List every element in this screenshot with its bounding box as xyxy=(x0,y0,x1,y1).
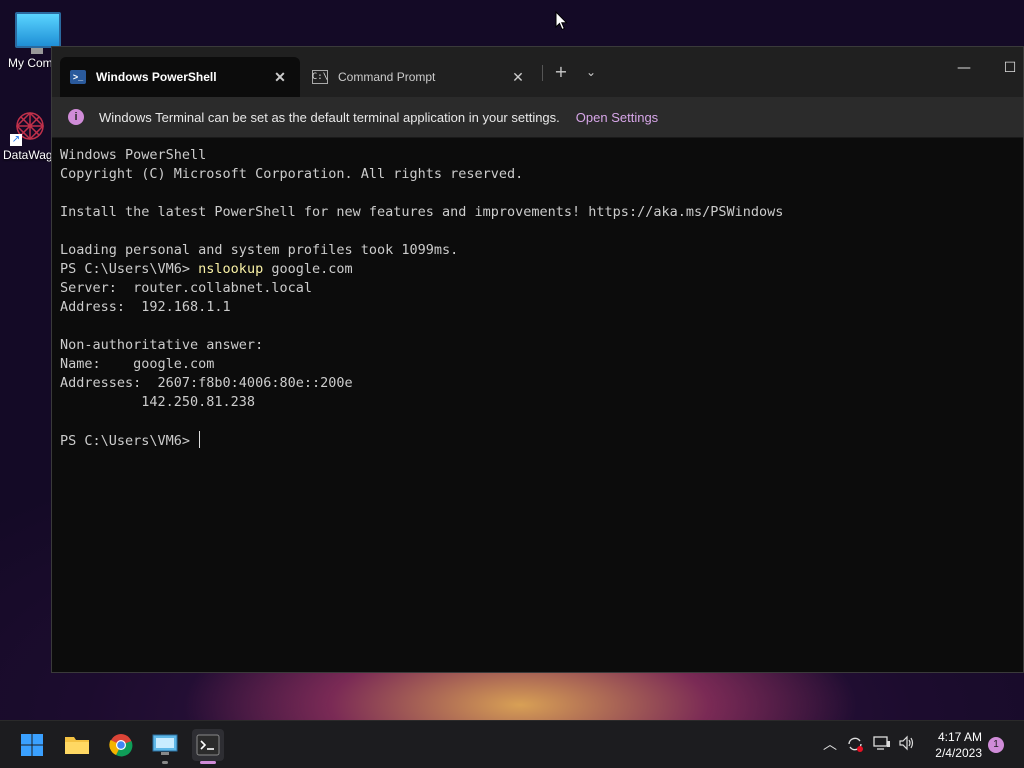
monitor-icon xyxy=(15,12,61,54)
info-message: Windows Terminal can be set as the defau… xyxy=(99,109,560,125)
terminal-line: PS C:\Users\VM6> nslookup google.com xyxy=(60,260,1023,279)
terminal-icon xyxy=(196,734,220,756)
text-cursor xyxy=(199,431,201,448)
tab-command-prompt[interactable]: C:\ Command Prompt ✕ xyxy=(302,57,538,97)
tab-windows-powershell[interactable]: >_ Windows PowerShell ✕ xyxy=(60,57,300,97)
title-bar: >_ Windows PowerShell ✕ C:\ Command Prom… xyxy=(52,47,1023,97)
terminal-window: >_ Windows PowerShell ✕ C:\ Command Prom… xyxy=(51,46,1024,673)
terminal-line: Name: google.com xyxy=(60,355,1023,374)
terminal-line: Install the latest PowerShell for new fe… xyxy=(60,203,1023,222)
terminal-button[interactable] xyxy=(192,729,224,764)
notification-badge[interactable]: 1 xyxy=(988,737,1004,753)
system-clock[interactable]: 4:17 AM 2/4/2023 xyxy=(935,729,982,761)
output-text: Server: router.collabnet.local xyxy=(60,280,312,296)
file-explorer-button[interactable] xyxy=(61,729,93,761)
output-text: Loading personal and system profiles too… xyxy=(60,242,459,258)
network-display-icon xyxy=(873,736,890,750)
tab-dropdown-icon[interactable]: ⌄ xyxy=(578,61,604,83)
speaker-icon xyxy=(899,735,914,751)
output-text: Addresses: 2607:f8b0:4006:80e::200e xyxy=(60,375,353,391)
tab-label: Windows PowerShell xyxy=(96,70,217,84)
terminal-output[interactable]: Windows PowerShell Copyright (C) Microsof… xyxy=(52,138,1023,450)
terminal-line: Address: 192.168.1.1 xyxy=(60,298,1023,317)
chrome-icon xyxy=(109,734,133,757)
close-tab-icon[interactable]: ✕ xyxy=(508,69,528,86)
desktop-icon-label: DataWag xyxy=(3,148,53,162)
sync-status-icon xyxy=(848,737,863,752)
close-tab-icon[interactable]: ✕ xyxy=(270,69,290,86)
output-text: Install the latest PowerShell for new fe… xyxy=(60,204,784,220)
show-hidden-icons-icon[interactable]: ︿ xyxy=(820,735,840,755)
datawag-icon: ↗ xyxy=(8,106,48,146)
output-text: Copyright (C) Microsoft Corporation. All… xyxy=(60,166,524,182)
remote-desktop-button[interactable] xyxy=(149,729,181,764)
powershell-icon: >_ xyxy=(70,70,86,84)
output-text: Windows PowerShell xyxy=(60,147,207,163)
command-name: nslookup xyxy=(198,261,264,277)
chrome-button[interactable] xyxy=(105,729,137,761)
info-icon: i xyxy=(68,109,84,125)
running-indicator xyxy=(162,761,168,764)
network-icon[interactable] xyxy=(872,735,892,755)
maximize-icon[interactable]: ☐ xyxy=(988,57,1024,79)
new-tab-button[interactable]: + xyxy=(548,61,574,83)
desktop-icon-datawag[interactable]: ↗ DataWag xyxy=(0,106,56,162)
shortcut-arrow-icon: ↗ xyxy=(10,134,22,146)
terminal-line: Server: router.collabnet.local xyxy=(60,279,1023,298)
output-text: Address: 192.168.1.1 xyxy=(60,299,231,315)
mouse-cursor-icon xyxy=(555,11,568,31)
tab-label: Command Prompt xyxy=(338,70,436,84)
start-icon xyxy=(21,734,43,756)
open-settings-link[interactable]: Open Settings xyxy=(576,110,658,125)
terminal-line: PS C:\Users\VM6> xyxy=(60,431,1023,450)
command-args: google.com xyxy=(263,261,353,277)
tab-separator xyxy=(542,65,543,81)
prompt-text: PS C:\Users\VM6> xyxy=(60,261,199,277)
terminal-line: Windows PowerShell xyxy=(60,146,1023,165)
output-text: Non-authoritative answer: xyxy=(60,337,264,353)
clock-time: 4:17 AM xyxy=(937,730,982,744)
start-button[interactable] xyxy=(16,729,48,761)
file-explorer-icon xyxy=(65,737,89,754)
volume-icon[interactable] xyxy=(897,735,917,755)
terminal-line: Loading personal and system profiles too… xyxy=(60,241,1023,260)
minimize-icon[interactable]: — xyxy=(942,57,986,79)
prompt-text: PS C:\Users\VM6> xyxy=(60,433,199,449)
terminal-line: Copyright (C) Microsoft Corporation. All… xyxy=(60,165,1023,184)
taskbar: ︿ 4:17 AM 2/4/2023 1 xyxy=(0,720,1024,768)
terminal-line: Non-authoritative answer: xyxy=(60,336,1023,355)
clock-date: 2/4/2023 xyxy=(935,746,982,760)
output-text: 142.250.81.238 xyxy=(60,394,256,410)
info-bar: i Windows Terminal can be set as the def… xyxy=(52,97,1023,138)
running-indicator xyxy=(200,761,216,764)
terminal-line: Addresses: 2607:f8b0:4006:80e::200e xyxy=(60,374,1023,393)
output-text: Name: google.com xyxy=(60,356,215,372)
terminal-line: 142.250.81.238 xyxy=(60,393,1023,412)
command-prompt-icon: C:\ xyxy=(311,70,329,84)
sync-icon[interactable] xyxy=(845,735,865,755)
remote-desktop-icon xyxy=(152,734,178,755)
